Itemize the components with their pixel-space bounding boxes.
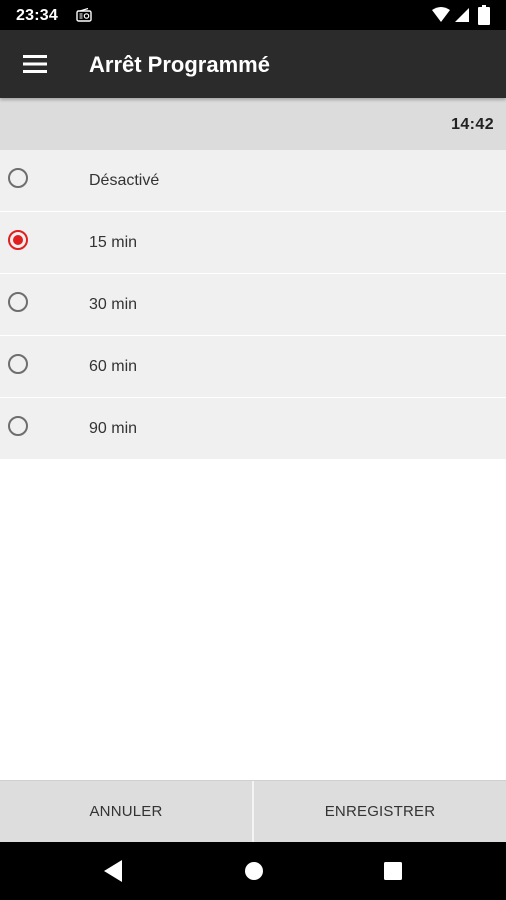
option-disabled[interactable]: Désactivé [0,150,506,212]
radio-button[interactable] [8,168,28,188]
app-bar: Arrêt Programmé [0,30,506,98]
option-label: 60 min [89,358,138,375]
option-15-min[interactable]: 15 min [0,212,506,274]
option-label: 30 min [89,296,138,313]
radio-button[interactable] [8,416,28,436]
dialog-buttons: ANNULER ENREGISTRER [0,780,506,842]
radio-button[interactable] [8,354,28,374]
option-label: Désactivé [89,172,160,189]
current-time: 14:42 [451,116,494,133]
radio-button[interactable] [8,230,28,250]
navigation-bar [0,842,506,900]
wifi-icon [432,7,450,22]
option-60-min[interactable]: 60 min [0,336,506,398]
radio-button[interactable] [8,292,28,312]
time-bar: 14:42 [0,98,506,150]
recents-icon[interactable] [382,860,404,882]
menu-button[interactable] [12,42,58,88]
save-button[interactable]: ENREGISTRER [254,781,506,842]
battery-icon [478,5,490,25]
option-90-min[interactable]: 90 min [0,398,506,460]
hamburger-menu-icon [23,55,47,73]
page-title: Arrêt Programmé [89,52,270,77]
radio-icon [76,8,92,22]
cancel-button[interactable]: ANNULER [0,781,252,842]
sleep-timer-options: Désactivé 15 min 30 min 60 min 90 min [0,150,506,460]
option-30-min[interactable]: 30 min [0,274,506,336]
home-icon[interactable] [242,859,266,883]
status-time: 23:34 [16,7,58,24]
signal-icon [455,8,469,22]
back-icon[interactable] [100,857,126,885]
status-bar: 23:34 [0,0,506,30]
option-label: 90 min [89,420,138,437]
option-label: 15 min [89,234,138,251]
